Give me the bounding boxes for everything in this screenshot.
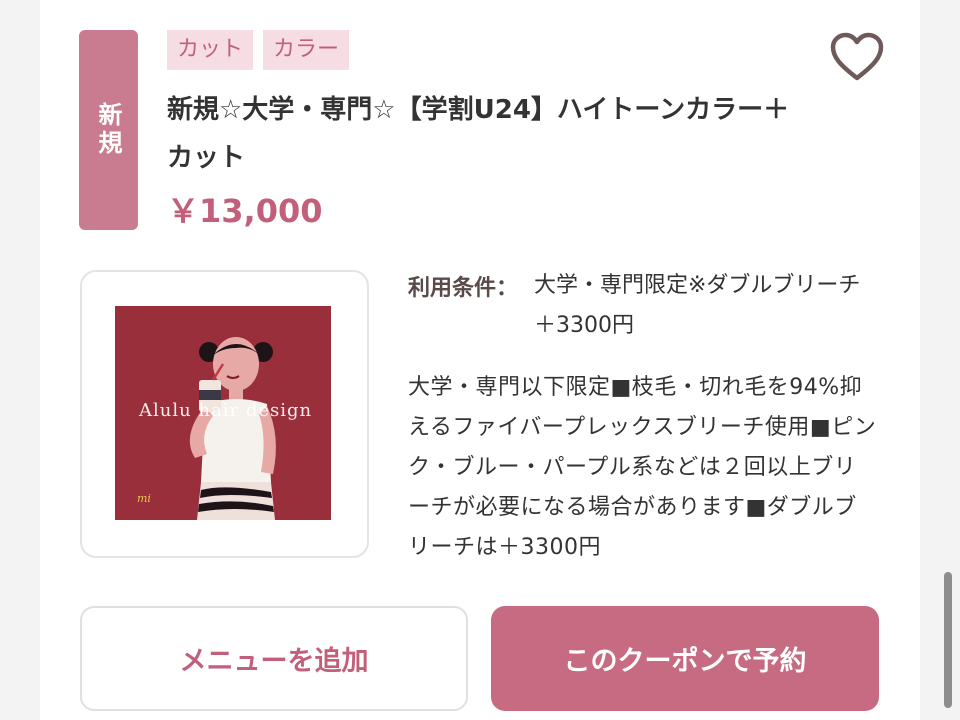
coupon-description: 大学・専門以下限定■枝毛・切れ毛を94%抑えるファイバープレックスブリーチ使用■… [408, 375, 877, 560]
add-menu-button[interactable]: メニューを追加 [80, 606, 468, 711]
heart-icon[interactable] [830, 32, 884, 82]
tag-list: カット カラー [167, 30, 350, 70]
svg-text:mi: mi [137, 492, 151, 505]
scrollbar-thumb[interactable] [944, 572, 952, 708]
conditions-label: 利用条件： [408, 276, 519, 301]
new-badge-label: 新規 [94, 102, 122, 158]
tag-cut: カット [167, 30, 254, 70]
coupon-price: ￥13,000 [167, 192, 323, 230]
coupon-illustration: mi Alulu hair design [115, 306, 331, 520]
conditions-value: 大学・専門限定※ダブルブリーチ＋3300円 [534, 273, 861, 338]
new-customer-badge: 新規 [79, 30, 138, 230]
tag-color: カラー [263, 30, 350, 70]
illustration-watermark: Alulu hair design [139, 400, 313, 421]
coupon-title: 新規☆大学・専門☆【学割U24】ハイトーンカラー＋カット [167, 95, 790, 173]
reserve-coupon-button[interactable]: このクーポンで予約 [491, 606, 879, 711]
